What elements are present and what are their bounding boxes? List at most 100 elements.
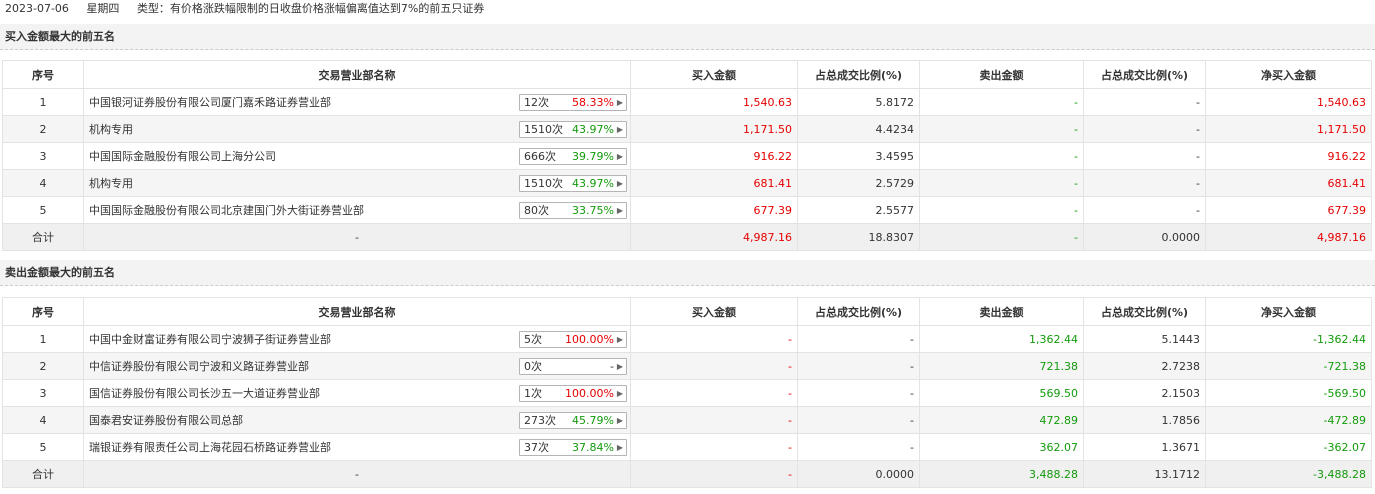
branch-stats-badge[interactable]: 1510次 43.97% ▶ [519,121,627,138]
branch-cell: 中国国际金融股份有限公司北京建国门外大街证券营业部 80次 33.75% ▶ [83,196,631,224]
branch-name-link[interactable]: 机构专用 [89,123,133,136]
win-rate: 58.33% [572,96,614,109]
col-header-buy: 买入金额 [630,60,798,89]
net-buy-amount: -569.50 [1205,379,1372,407]
branch-cell: 瑞银证券有限责任公司上海花园石桥路证券营业部 37次 37.84% ▶ [83,433,631,461]
branch-stats-badge[interactable]: 12次 58.33% ▶ [519,94,627,111]
branch-stats-badge[interactable]: 0次 - ▶ [519,358,627,375]
branch-stats-badge[interactable]: 666次 39.79% ▶ [519,148,627,165]
expand-arrow-icon: ▶ [616,362,623,371]
total-sell-amount: 3,488.28 [919,460,1084,488]
total-net-buy: -3,488.28 [1205,460,1372,488]
branch-stats-badge[interactable]: 37次 37.84% ▶ [519,439,627,456]
row-index: 4 [2,169,84,197]
sell-ratio: 2.1503 [1083,379,1206,407]
branch-name-link[interactable]: 中信证券股份有限公司宁波和义路证券营业部 [89,360,309,373]
buy-section-title: 买入金额最大的前五名 [0,24,1375,50]
expand-arrow-icon: ▶ [616,98,623,107]
sell-ratio: - [1083,115,1206,143]
total-sell-ratio: 13.1712 [1083,460,1206,488]
weekday: 星期四 [86,2,120,15]
row-index: 2 [2,115,84,143]
buy-top5-table: 序号 交易营业部名称 买入金额 占总成交比例(%) 卖出金额 占总成交比例(%)… [2,60,1372,251]
buy-amount: 1,171.50 [630,115,798,143]
total-row: 合计 - -0.0000 3,488.28 13.1712 -3,488.28 [2,460,1372,488]
buy-ratio: 4.4234 [797,115,920,143]
sell-amount: 721.38 [919,352,1084,380]
branch-name-link[interactable]: 国信证券股份有限公司长沙五一大道证券营业部 [89,387,320,400]
branch-stats-badge[interactable]: 1510次 43.97% ▶ [519,175,627,192]
buy-amount: - [630,406,798,434]
net-buy-amount: -472.89 [1205,406,1372,434]
col-header-sell: 卖出金额 [919,297,1084,326]
col-header-buy: 买入金额 [630,297,798,326]
total-branch: - [83,223,631,251]
branch-name-link[interactable]: 中国中金财富证券有限公司宁波狮子街证券营业部 [89,333,331,346]
branch-stats-badge[interactable]: 80次 33.75% ▶ [519,202,627,219]
col-header-branch: 交易营业部名称 [83,297,631,326]
table-row: 5 中国国际金融股份有限公司北京建国门外大街证券营业部 80次 33.75% ▶ 677.… [2,196,1372,224]
total-sell-ratio: 0.0000 [1083,223,1206,251]
listing-count: 80次 [524,204,549,217]
total-branch: - [83,460,631,488]
buy-ratio: - [797,433,920,461]
buy-ratio: 3.4595 [797,142,920,170]
branch-stats-badge[interactable]: 1次 100.00% ▶ [519,385,627,402]
row-index: 1 [2,88,84,116]
win-rate: 45.79% [572,414,614,427]
win-rate: 39.79% [572,150,614,163]
row-index: 3 [2,379,84,407]
expand-arrow-icon: ▶ [616,389,623,398]
col-header-sell: 卖出金额 [919,60,1084,89]
listing-count: 1次 [524,387,542,400]
listing-count: 273次 [524,414,556,427]
table-header-row: 序号 交易营业部名称 买入金额 占总成交比例(%) 卖出金额 占总成交比例(%)… [2,297,1372,326]
win-rate: 37.84% [572,441,614,454]
net-buy-amount: 677.39 [1205,196,1372,224]
col-header-sell-pct: 占总成交比例(%) [1083,297,1206,326]
net-buy-amount: 1,540.63 [1205,88,1372,116]
trade-date: 2023-07-06 [5,2,69,15]
col-header-index: 序号 [2,297,84,326]
expand-arrow-icon: ▶ [616,206,623,215]
branch-name-link[interactable]: 中国银河证券股份有限公司厦门嘉禾路证券营业部 [89,96,331,109]
expand-arrow-icon: ▶ [616,152,623,161]
expand-arrow-icon: ▶ [616,443,623,452]
branch-name-link[interactable]: 中国国际金融股份有限公司上海分公司 [89,150,276,163]
expand-arrow-icon: ▶ [616,179,623,188]
sell-top5-table: 序号 交易营业部名称 买入金额 占总成交比例(%) 卖出金额 占总成交比例(%)… [2,297,1372,488]
net-buy-amount: 916.22 [1205,142,1372,170]
branch-name-link[interactable]: 机构专用 [89,177,133,190]
row-index: 4 [2,406,84,434]
total-buy-ratio: 0.0000 [797,460,920,488]
list-type: 类型：有价格涨跌幅限制的日收盘价格涨幅偏离值达到7%的前五只证券 [136,2,485,15]
table-row: 5 瑞银证券有限责任公司上海花园石桥路证券营业部 37次 37.84% ▶ - -362.0… [2,433,1372,461]
buy-ratio: 5.8172 [797,88,920,116]
win-rate: 33.75% [572,204,614,217]
buy-amount: - [630,352,798,380]
buy-ratio: 2.5729 [797,169,920,197]
buy-ratio: - [797,325,920,353]
row-index: 2 [2,352,84,380]
net-buy-amount: 1,171.50 [1205,115,1372,143]
branch-stats-badge[interactable]: 273次 45.79% ▶ [519,412,627,429]
branch-name-link[interactable]: 瑞银证券有限责任公司上海花园石桥路证券营业部 [89,441,331,454]
table-header-row: 序号 交易营业部名称 买入金额 占总成交比例(%) 卖出金额 占总成交比例(%)… [2,60,1372,89]
branch-stats-badge[interactable]: 5次 100.00% ▶ [519,331,627,348]
expand-arrow-icon: ▶ [616,416,623,425]
listing-count: 666次 [524,150,556,163]
listing-count: 1510次 [524,123,563,136]
branch-name-link[interactable]: 国泰君安证券股份有限公司总部 [89,414,243,427]
buy-amount: 681.41 [630,169,798,197]
info-line: 2023-07-06 星期四 类型：有价格涨跌幅限制的日收盘价格涨幅偏离值达到7… [5,1,498,17]
total-buy-amount: 4,987.16 [630,223,798,251]
win-rate: - [610,360,614,373]
buy-ratio: - [797,379,920,407]
buy-amount: 677.39 [630,196,798,224]
sell-amount: - [919,88,1084,116]
branch-name-link[interactable]: 中国国际金融股份有限公司北京建国门外大街证券营业部 [89,204,364,217]
sell-section-title: 卖出金额最大的前五名 [0,260,1375,286]
net-buy-amount: -721.38 [1205,352,1372,380]
sell-ratio: - [1083,169,1206,197]
listing-count: 0次 [524,360,542,373]
